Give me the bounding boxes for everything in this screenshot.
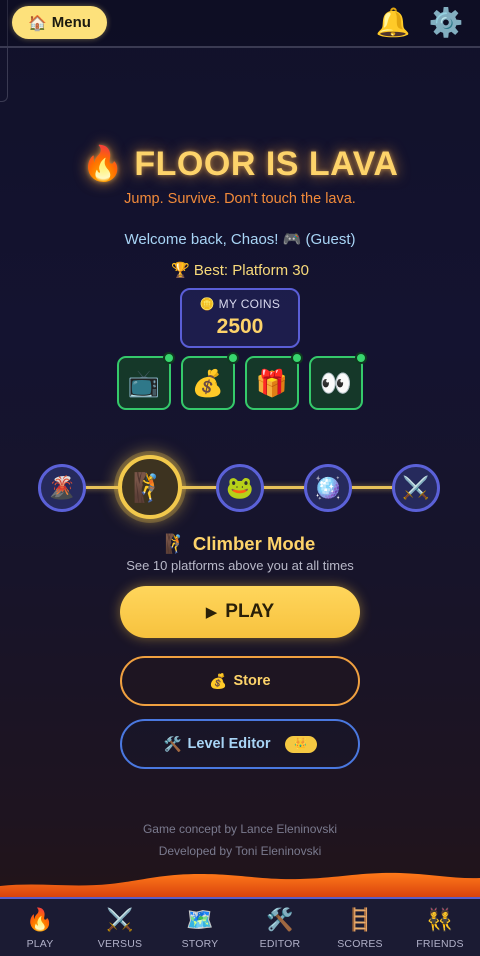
title-text: FLOOR IS LAVA bbox=[134, 145, 399, 183]
menu-button-label: Menu bbox=[51, 14, 91, 31]
notification-dot bbox=[355, 352, 367, 364]
nav-scores[interactable]: 🪜 SCORES bbox=[320, 899, 400, 956]
nav-label: STORY bbox=[181, 938, 219, 950]
nav-friends[interactable]: 👯 FRIENDS bbox=[400, 899, 480, 956]
coins-label: 🪙 MY COINS bbox=[199, 297, 281, 311]
climber-icon: 🧗 bbox=[132, 471, 168, 503]
gear-icon[interactable]: ⚙️ bbox=[428, 5, 464, 41]
level-editor-label: Level Editor bbox=[187, 736, 271, 752]
credit-developer: Developed by Toni Eleninovski bbox=[158, 844, 322, 858]
tv-icon: 📺 bbox=[127, 367, 161, 398]
play-button[interactable]: ▶ PLAY bbox=[120, 586, 360, 638]
store-button-label: Store bbox=[233, 673, 271, 689]
nav-label: SCORES bbox=[337, 938, 383, 950]
selected-mode-title: 🧗 Climber Mode bbox=[0, 533, 480, 555]
notification-dot bbox=[163, 352, 175, 364]
eyes-icon: 👀 bbox=[319, 367, 353, 398]
store-button[interactable]: 💰 Store bbox=[120, 656, 360, 706]
crossed-swords-icon: ⚔️ bbox=[106, 907, 134, 932]
home-icon: 🏠 bbox=[28, 14, 47, 32]
reward-tv-button[interactable]: 📺 bbox=[117, 352, 175, 410]
fire-icon: 🔥 bbox=[26, 907, 54, 932]
nav-label: PLAY bbox=[26, 938, 54, 950]
nav-versus[interactable]: ⚔️ VERSUS bbox=[80, 899, 160, 956]
top-bar: 🏠 Menu 🔔 ⚙️ bbox=[0, 0, 480, 48]
reward-row: 📺 💰 🎁 👀 bbox=[0, 352, 480, 412]
mode-volcano[interactable]: 🌋 bbox=[38, 464, 86, 512]
nav-play[interactable]: 🔥 PLAY bbox=[0, 899, 80, 956]
coins-panel: 🪙 MY COINS 2500 bbox=[180, 288, 300, 348]
bottom-nav: 🔥 PLAY ⚔️ VERSUS 🗺️ STORY 🛠️ EDITOR 🪜 SC… bbox=[0, 897, 480, 956]
coins-value: 2500 bbox=[216, 315, 264, 338]
map-icon: 🗺️ bbox=[186, 907, 214, 932]
volcano-icon: 🌋 bbox=[48, 475, 76, 500]
reward-money-button[interactable]: 💰 bbox=[181, 352, 239, 410]
level-editor-button[interactable]: 🛠️ Level Editor 👑 bbox=[120, 719, 360, 769]
nav-label: VERSUS bbox=[97, 938, 143, 950]
friends-icon: 👯 bbox=[426, 907, 454, 932]
tools-icon: 🛠️ bbox=[163, 736, 182, 753]
mode-frog[interactable]: 🐸 bbox=[216, 464, 264, 512]
climber-icon: 🧗 bbox=[164, 533, 188, 554]
play-button-label: PLAY bbox=[225, 601, 275, 622]
nav-label: FRIENDS bbox=[416, 938, 464, 950]
tagline: Jump. Survive. Don't touch the lava. bbox=[124, 191, 356, 207]
notification-dot bbox=[227, 352, 239, 364]
crossed-swords-icon: ⚔️ bbox=[402, 475, 430, 500]
mode-description: See 10 platforms above you at all times bbox=[126, 558, 354, 573]
fire-icon: 🔥 bbox=[81, 145, 125, 183]
bell-icon[interactable]: 🔔 bbox=[375, 5, 411, 41]
mode-versus[interactable]: ⚔️ bbox=[392, 464, 440, 512]
page-title: 🔥 FLOOR IS LAVA bbox=[0, 144, 480, 184]
credit-concept: Game concept by Lance Eleninovski bbox=[142, 822, 338, 836]
nav-editor[interactable]: 🛠️ EDITOR bbox=[240, 899, 320, 956]
notification-dot bbox=[291, 352, 303, 364]
mode-disco[interactable]: 🪩 bbox=[304, 464, 352, 512]
reward-gift-button[interactable]: 🎁 bbox=[245, 352, 303, 410]
menu-button[interactable]: 🏠 Menu bbox=[12, 6, 107, 39]
reward-eyes-button[interactable]: 👀 bbox=[309, 352, 367, 410]
gift-icon: 🎁 bbox=[255, 367, 289, 398]
play-icon: ▶ bbox=[205, 604, 218, 621]
mode-name: Climber Mode bbox=[192, 533, 316, 554]
disco-ball-icon: 🪩 bbox=[314, 475, 342, 500]
tools-icon: 🛠️ bbox=[266, 907, 294, 932]
crown-icon: 👑 bbox=[284, 735, 317, 753]
welcome-message: Welcome back, Chaos! 🎮 (Guest) bbox=[124, 231, 356, 248]
ladder-icon: 🪜 bbox=[346, 907, 374, 932]
nav-story[interactable]: 🗺️ STORY bbox=[160, 899, 240, 956]
lava-wave bbox=[0, 872, 480, 898]
money-bag-icon: 💰 bbox=[209, 673, 228, 690]
best-score: 🏆 Best: Platform 30 bbox=[171, 262, 309, 279]
nav-label: EDITOR bbox=[259, 938, 301, 950]
money-bag-icon: 💰 bbox=[191, 367, 225, 398]
frog-icon: 🐸 bbox=[226, 475, 254, 500]
mode-climber[interactable]: 🧗 bbox=[118, 455, 182, 519]
